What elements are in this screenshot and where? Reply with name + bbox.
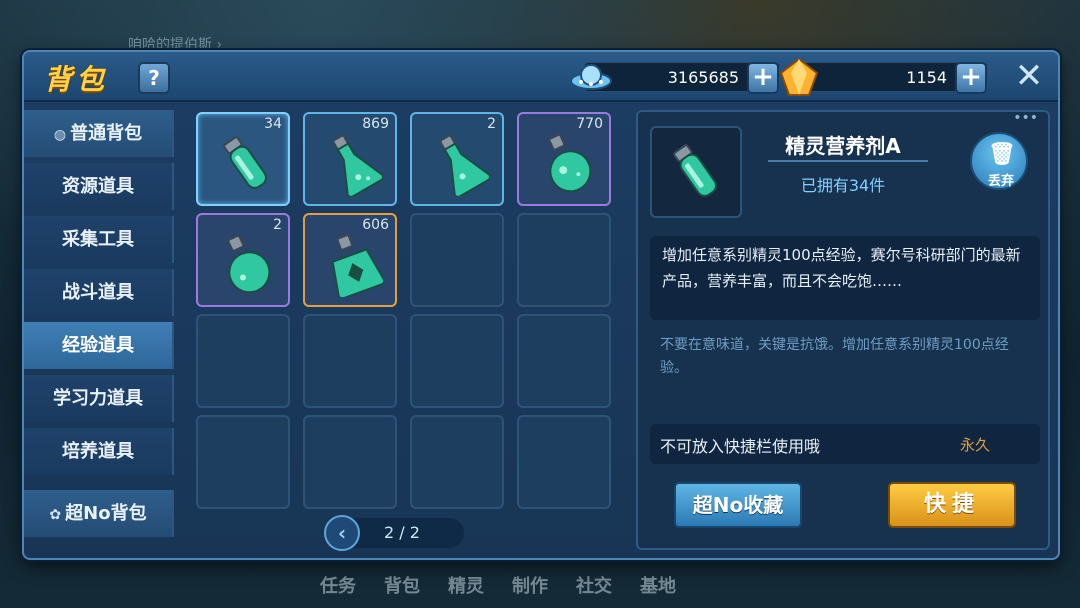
ufo-coin-icon	[570, 64, 612, 90]
bg-nav-task: 任务	[320, 576, 356, 597]
name-divider	[768, 160, 928, 162]
detail-item-icon-frame	[650, 126, 742, 218]
sidebar-item-resources[interactable]: 资源道具	[24, 163, 174, 210]
item-name: 精灵营养剂A	[785, 134, 901, 158]
currency-coins: 3165685 +	[570, 62, 780, 94]
sidebar-item-label: 学习力道具	[53, 388, 143, 409]
inventory-grid: 34 869 2 770 2 606	[196, 112, 611, 509]
grid-pager: ‹ 2 / 2	[324, 515, 464, 551]
gold-gem-icon	[779, 57, 819, 96]
sidebar-item-label: 普通背包	[70, 123, 143, 144]
item-detail-panel: ••• 精灵营养剂A 已拥有34件 🗑 丢弃 增加任意系别精灵100点经验，赛尔…	[636, 110, 1050, 550]
sidebar-item-battle-items[interactable]: 战斗道具	[24, 269, 174, 316]
bg-nav-spirit: 精灵	[448, 576, 484, 597]
inventory-slot-empty[interactable]	[410, 213, 504, 307]
item-count: 34	[264, 116, 282, 132]
bg-nav-base: 基地	[640, 576, 676, 597]
inventory-slot-empty[interactable]	[410, 415, 504, 509]
inventory-slot-empty[interactable]	[517, 415, 611, 509]
inventory-slot[interactable]: 606	[303, 213, 397, 307]
prev-page-button[interactable]: ‹	[324, 515, 360, 551]
discard-label: 丢弃	[987, 174, 1014, 189]
potion-gold-icon	[331, 234, 383, 297]
sidebar-item-learning-items[interactable]: 学习力道具	[24, 375, 174, 422]
item-count: 2	[273, 217, 282, 233]
item-usage-info: 不可放入快捷栏使用哦 永久	[650, 424, 1040, 464]
item-count: 869	[362, 116, 389, 132]
trash-icon: 🗑	[988, 142, 1016, 167]
inventory-slot-empty[interactable]	[410, 314, 504, 408]
panel-title: 背包	[44, 63, 109, 96]
category-sidebar: ◍ 普通背包 资源道具 采集工具 战斗道具 经验道具 学习力道具 培养道具 ✿ 超N…	[24, 110, 174, 537]
sidebar-item-label: 超No背包	[65, 503, 147, 524]
duration-text: 永久	[959, 436, 990, 454]
discard-button[interactable]: 🗑 丢弃	[970, 132, 1028, 190]
bg-nav-craft: 制作	[512, 576, 548, 597]
usage-limit-text: 不可放入快捷栏使用哦	[660, 437, 821, 456]
coins-value: 3165685	[667, 68, 739, 87]
close-button[interactable]: ✕	[1012, 59, 1046, 94]
currency-gems: 1154 +	[779, 57, 988, 96]
help-button[interactable]: ?	[138, 62, 170, 94]
inventory-slot-empty[interactable]	[303, 415, 397, 509]
sidebar-item-gathering-tools[interactable]: 采集工具	[24, 216, 174, 263]
sidebar-item-exp-items[interactable]: 经验道具	[24, 322, 174, 369]
sidebar-item-label: 战斗道具	[62, 282, 134, 303]
item-flavor-text: 不要在意味道，关键是抗饿。增加任意系别精灵100点经验。	[660, 337, 1009, 376]
inventory-slot-empty[interactable]	[517, 213, 611, 307]
sidebar-item-normal-bag[interactable]: ◍ 普通背包	[24, 110, 174, 157]
bg-nav-social: 社交	[576, 576, 612, 597]
inventory-slot[interactable]: 770	[517, 112, 611, 206]
item-count: 606	[362, 217, 389, 233]
potion-vial-icon	[223, 136, 267, 189]
item-count: 2	[487, 116, 496, 132]
bg-nav-bag: 背包	[384, 576, 420, 597]
sidebar-item-label: 资源道具	[62, 176, 134, 197]
page-indicator: 2 / 2	[384, 523, 420, 542]
inventory-slot[interactable]: 2	[410, 112, 504, 206]
more-dots-icon: •••	[1013, 110, 1038, 126]
bag-icon: ◍	[53, 127, 67, 143]
potion-round-icon	[548, 133, 592, 193]
sidebar-item-super-no-bag[interactable]: ✿ 超No背包	[24, 490, 174, 537]
inventory-slot-empty[interactable]	[517, 314, 611, 408]
sidebar-item-label: 培养道具	[62, 441, 134, 462]
panel-header: 背包 ? 3165685 + 1154 + ✕	[24, 52, 1058, 102]
inventory-slot[interactable]: 34	[196, 112, 290, 206]
cat-icon: ✿	[49, 507, 62, 523]
add-gems-button[interactable]: +	[955, 62, 987, 94]
backpack-panel: 背包 ? 3165685 + 1154 + ✕ ◍ 普通背包 资源道具 采集工具…	[22, 50, 1060, 560]
item-description: 增加任意系别精灵100点经验，赛尔号科研部门的最新产品，营养丰富，而且不会吃饱……	[650, 236, 1040, 320]
inventory-slot-empty[interactable]	[303, 314, 397, 408]
potion-vial-icon	[673, 144, 717, 197]
sidebar-item-label: 经验道具	[62, 335, 134, 356]
gems-value: 1154	[906, 68, 947, 87]
potion-flask-icon	[439, 134, 490, 196]
quick-slot-button[interactable]: 快捷	[888, 482, 1016, 528]
inventory-slot-empty[interactable]	[196, 415, 290, 509]
potion-flask-icon	[332, 134, 383, 196]
inventory-slot[interactable]: 2	[196, 213, 290, 307]
potion-round-icon	[227, 234, 271, 294]
inventory-slot-empty[interactable]	[196, 314, 290, 408]
add-coins-button[interactable]: +	[747, 62, 779, 94]
item-count: 770	[576, 116, 603, 132]
super-no-collect-button[interactable]: 超No收藏	[674, 482, 802, 528]
owned-count: 已拥有34件	[800, 176, 886, 195]
sidebar-item-label: 采集工具	[62, 229, 134, 250]
sidebar-item-training-items[interactable]: 培养道具	[24, 428, 174, 475]
inventory-slot[interactable]: 869	[303, 112, 397, 206]
